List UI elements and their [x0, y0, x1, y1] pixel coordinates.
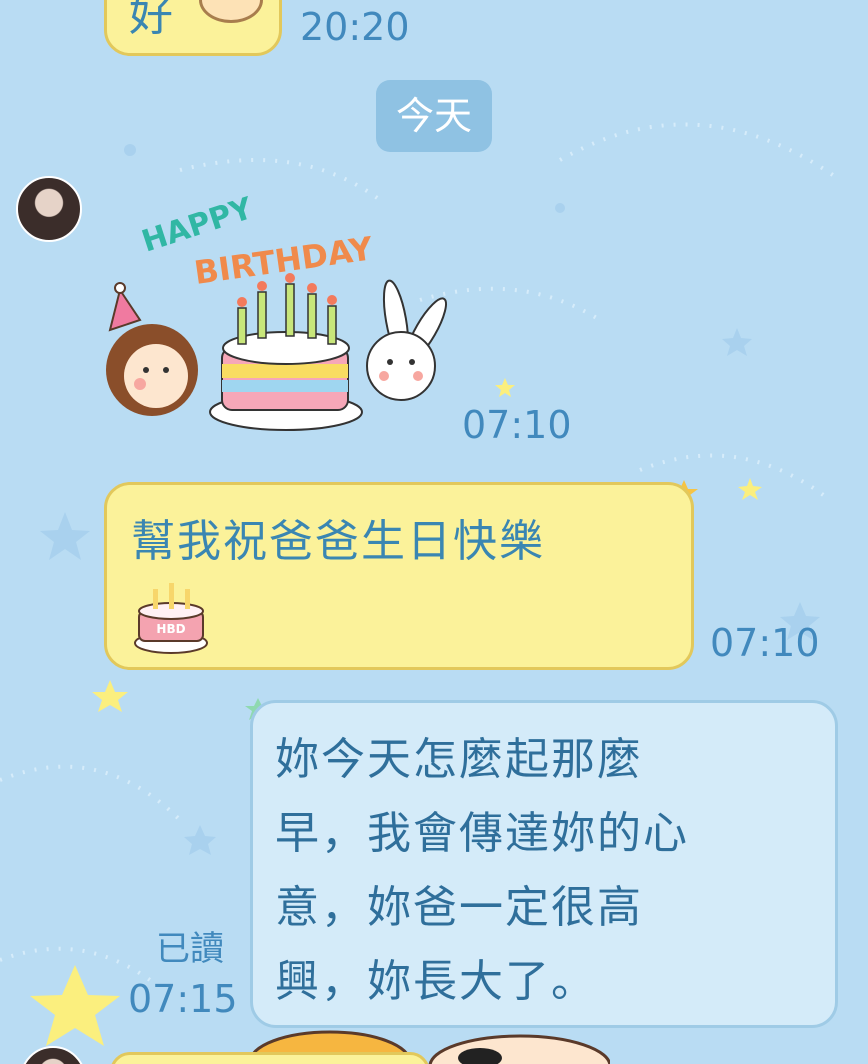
message-timestamp: 20:20	[300, 5, 410, 49]
message-text-line: 興，妳長大了。	[275, 956, 597, 1007]
cake-icon	[209, 273, 363, 431]
birthday-cake-emoji-icon: HBD	[131, 577, 211, 657]
message-text-line: 早，我會傳達妳的心	[275, 808, 689, 859]
birthday-sticker[interactable]: HAPPY BIRTHDAY	[96, 180, 456, 440]
message-text: 好	[129, 0, 175, 41]
sticker-birthday-text: BIRTHDAY	[192, 229, 376, 292]
message-timestamp: 07:10	[462, 403, 572, 447]
cake-emoji-label: HBD	[156, 622, 185, 636]
chat-view[interactable]: 好 20:20 今天 HAPPY BIRTHDAY 07:10 幫我祝爸爸生日快…	[0, 0, 868, 1064]
girl-face-icon	[106, 282, 198, 416]
message-bubble-incoming-previous[interactable]: 好	[104, 0, 282, 56]
message-text-line: 妳今天怎麼起那麼	[275, 734, 643, 785]
message-text: 幫我祝爸爸生日快樂	[131, 516, 545, 567]
ok-hand-emoji-icon	[199, 0, 263, 23]
sender-avatar[interactable]	[16, 176, 82, 242]
read-receipt: 已讀	[156, 929, 224, 969]
message-bubble-incoming-next[interactable]	[110, 1052, 430, 1064]
message-timestamp: 07:10	[710, 621, 820, 665]
message-text-line: 意，妳爸一定很高	[275, 882, 643, 933]
message-bubble-incoming[interactable]: 幫我祝爸爸生日快樂 HBD	[104, 482, 694, 670]
bunny-icon	[366, 279, 447, 401]
message-timestamp: 07:15	[128, 977, 238, 1021]
message-bubble-outgoing[interactable]: 妳今天怎麼起那麼 早，我會傳達妳的心 意，妳爸一定很高 興，妳長大了。	[250, 700, 838, 1028]
date-divider: 今天	[376, 80, 492, 152]
